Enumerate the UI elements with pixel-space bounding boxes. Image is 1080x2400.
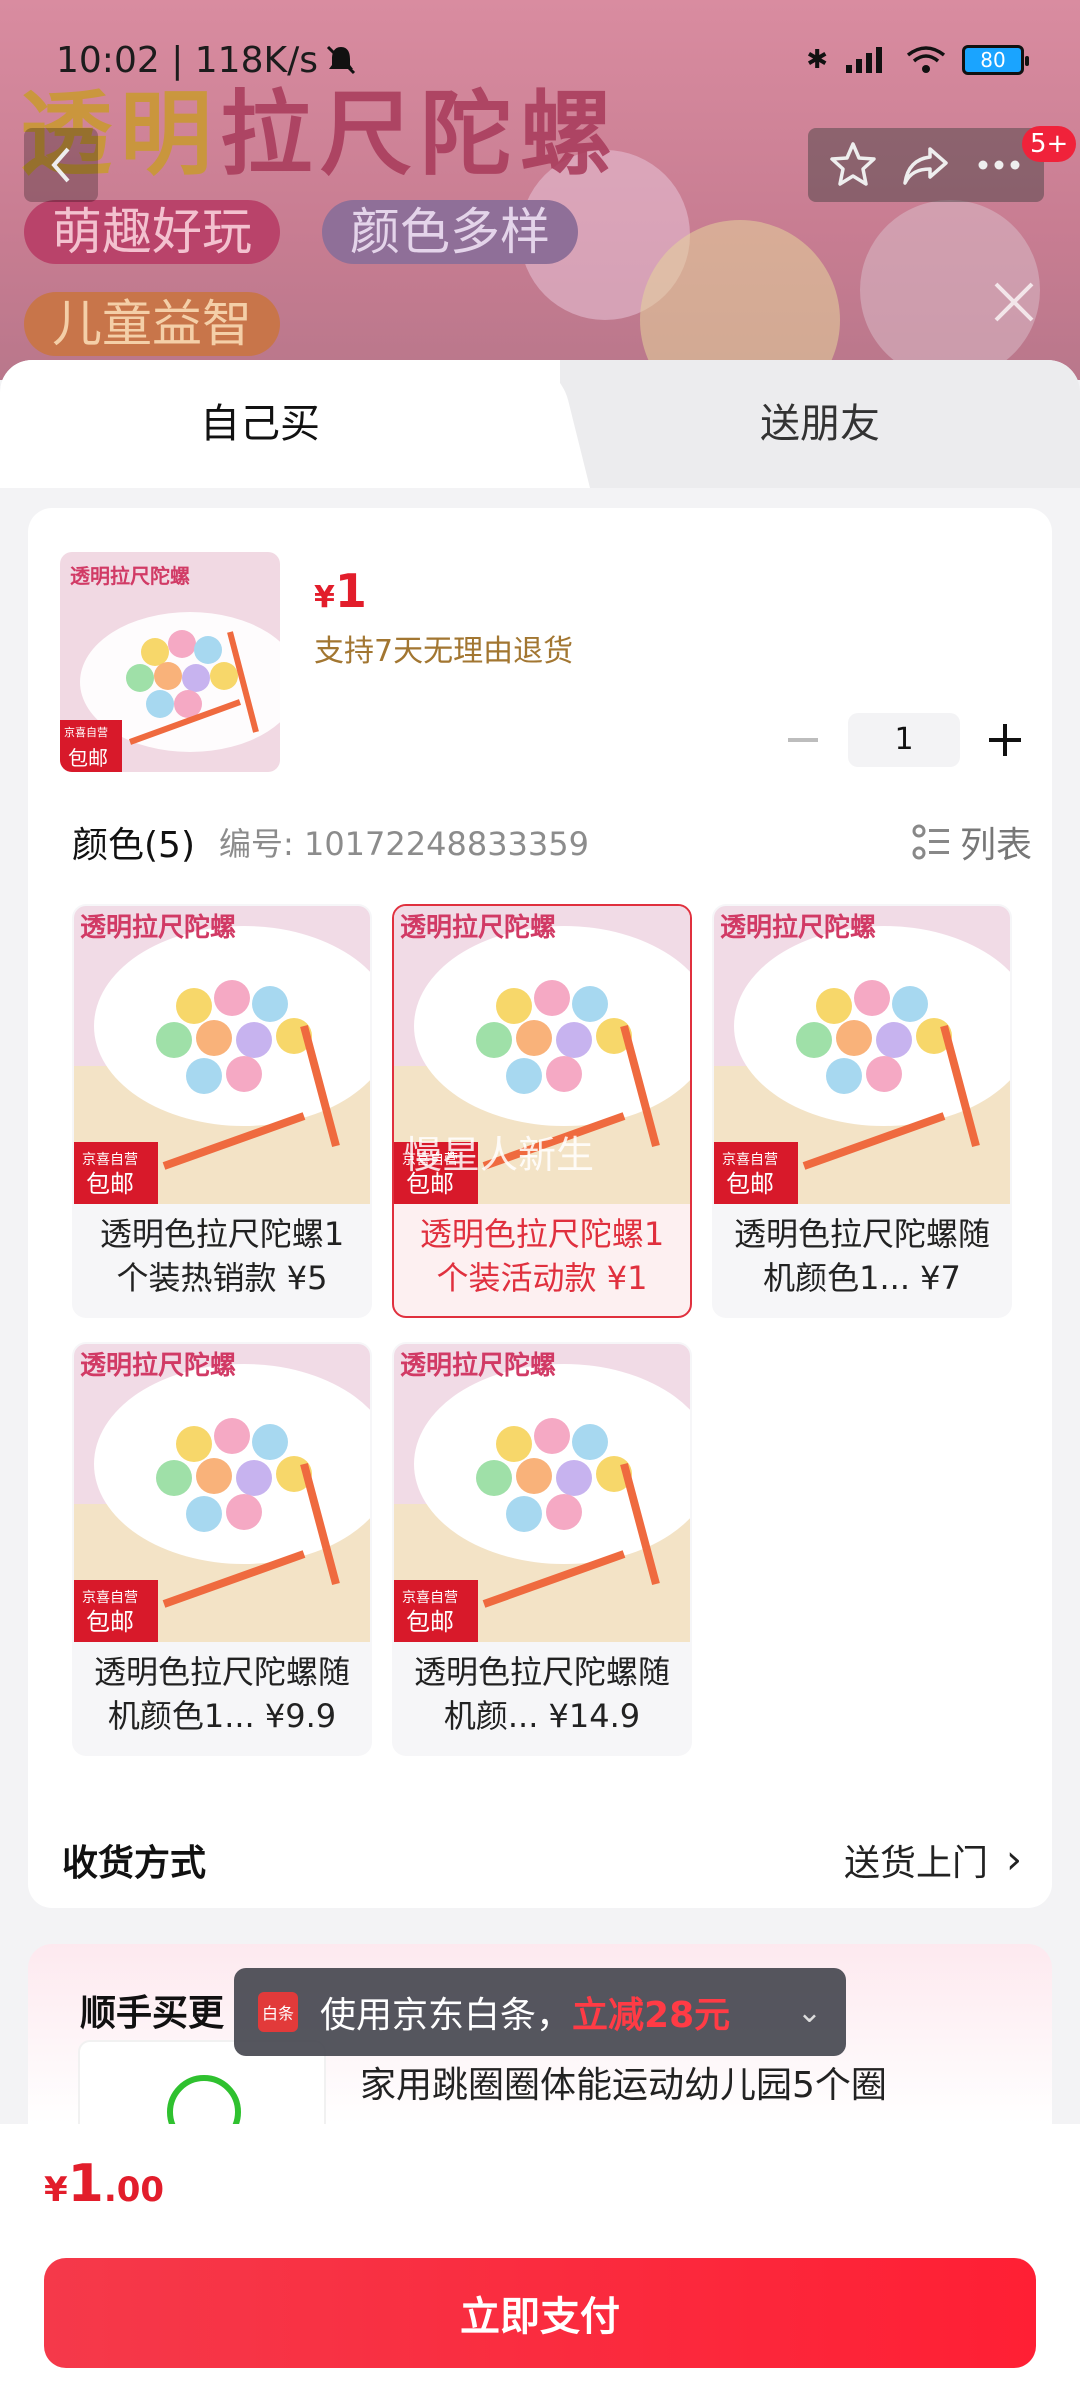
- svg-text:透明拉尺陀螺: 透明拉尺陀螺: [80, 1350, 236, 1381]
- list-icon: [912, 824, 949, 860]
- tab-buy-for-self[interactable]: 自己买: [0, 360, 520, 488]
- variant-option[interactable]: 透明拉尺陀螺 京喜自营包邮 透明色拉尺陀螺随机颜色1... ¥9.9: [72, 1342, 372, 1756]
- tab-send-to-friend[interactable]: 送朋友: [560, 360, 1080, 488]
- shipping-label: 收货方式: [62, 1843, 207, 1884]
- close-icon[interactable]: [988, 276, 1040, 328]
- svg-text:京喜自营: 京喜自营: [722, 1152, 778, 1168]
- svg-text:包邮: 包邮: [86, 1170, 134, 1198]
- thumb-title: 透明拉尺陀螺: [70, 564, 190, 588]
- svg-text:京喜自营: 京喜自营: [82, 1152, 138, 1168]
- purchase-sheet: 自己买 送朋友 透明拉尺陀螺 京喜自营 包邮 ¥1 支持7天无理由退货 1 颜色…: [0, 360, 1080, 2400]
- decrease-button[interactable]: [768, 712, 838, 768]
- variant-image: 透明拉尺陀螺 京喜自营包邮: [394, 1344, 690, 1642]
- variant-caption: 透明色拉尺陀螺随机颜色1... ¥9.9: [93, 1653, 350, 1735]
- add-on-name[interactable]: 家用跳圈圈体能运动幼儿园5个圈: [360, 2056, 887, 2108]
- thumb-badge-top: 京喜自营: [64, 726, 108, 739]
- list-toggle-label: 列表: [959, 825, 1032, 866]
- battery-icon: 80: [962, 45, 1029, 75]
- shipping-value: 送货上门: [843, 1843, 988, 1884]
- more-icon[interactable]: [973, 139, 1025, 191]
- battery-level: 80: [980, 48, 1006, 72]
- wifi-icon: [906, 46, 946, 73]
- toast-highlight: 立减28元: [572, 1995, 731, 2036]
- price-symbol: ¥: [314, 580, 335, 615]
- variant-option[interactable]: 透明拉尺陀螺 京喜自营包邮 透明色拉尺陀螺随机颜... ¥14.9: [392, 1342, 692, 1756]
- variant-caption: 透明色拉尺陀螺1个装热销款 ¥5: [99, 1215, 345, 1297]
- minus-icon: [788, 738, 818, 742]
- chevron-down-icon[interactable]: ⌄: [797, 1995, 822, 2030]
- status-bar: 10:02 | 118K/s ✱ 80: [0, 0, 1080, 120]
- pay-now-button[interactable]: 立即支付: [44, 2258, 1036, 2368]
- total-symbol: ¥: [44, 2170, 68, 2210]
- signal-icon: [846, 47, 882, 73]
- star-icon[interactable]: [827, 139, 879, 191]
- thumb-badge-bottom: 包邮: [68, 746, 108, 770]
- share-icon[interactable]: [900, 139, 952, 191]
- product-thumbnail: 透明拉尺陀螺 京喜自营 包邮: [60, 552, 280, 772]
- quantity-stepper: 1: [768, 712, 1040, 768]
- status-icons: ✱ 80: [806, 45, 1029, 75]
- svg-text:包邮: 包邮: [86, 1608, 134, 1636]
- banner-tag: 儿童益智: [24, 292, 280, 356]
- checkout-bar: ¥1.00 立即支付: [0, 2124, 1080, 2400]
- variant-caption: 透明色拉尺陀螺随机颜色1... ¥7: [733, 1215, 990, 1297]
- svg-text:透明拉尺陀螺: 透明拉尺陀螺: [80, 912, 236, 943]
- increase-button[interactable]: [970, 712, 1040, 768]
- plus-icon: [989, 724, 1021, 756]
- total-price: ¥1.00: [44, 2154, 164, 2214]
- toast-text: 使用京东白条，: [320, 1995, 573, 2036]
- back-button[interactable]: [24, 128, 98, 202]
- chevron-right-icon: ›: [1006, 1837, 1022, 1883]
- quantity-input[interactable]: 1: [848, 713, 960, 767]
- variant-option-selected[interactable]: 透明拉尺陀螺 京喜自营 包邮 慢星人新生 透明色拉尺陀螺1个装活动款 ¥1: [392, 904, 692, 1318]
- image-watermark: 慢星人新生: [404, 1133, 595, 1177]
- svg-text:包邮: 包邮: [726, 1170, 774, 1198]
- svg-text:透明拉尺陀螺: 透明拉尺陀螺: [400, 1350, 556, 1381]
- variant-caption: 透明色拉尺陀螺随机颜... ¥14.9: [413, 1653, 670, 1735]
- total-integer: 1: [67, 2154, 104, 2214]
- variant-option[interactable]: 透明拉尺陀螺 京喜自营包邮 透明色拉尺陀螺随机颜色1... ¥7: [712, 904, 1012, 1318]
- svg-text:透明拉尺陀螺: 透明拉尺陀螺: [400, 912, 556, 943]
- status-time: 10:02 | 118K/s: [56, 39, 318, 81]
- variant-image: 透明拉尺陀螺 京喜自营包邮: [714, 906, 1010, 1204]
- variant-image: 透明拉尺陀螺 京喜自营包邮: [74, 1344, 370, 1642]
- baitiao-icon: 白条: [258, 1992, 298, 2032]
- product-price: ¥1: [314, 564, 367, 618]
- baitiao-toast[interactable]: 白条 使用京东白条， 立减28元 ⌄: [234, 1968, 846, 2056]
- purchase-tabs: 自己买 送朋友: [0, 360, 1080, 488]
- color-title: 颜色(5): [72, 825, 195, 866]
- variant-image: 透明拉尺陀螺 京喜自营包邮: [74, 906, 370, 1204]
- svg-text:包邮: 包邮: [406, 1608, 454, 1636]
- svg-text:京喜自营: 京喜自营: [402, 1590, 458, 1606]
- banner-tag: 萌趣好玩: [24, 200, 280, 264]
- bell-off-icon: [326, 45, 356, 75]
- list-view-toggle[interactable]: 列表: [912, 816, 1032, 868]
- total-decimal: .00: [103, 2170, 165, 2210]
- price-value: 1: [334, 564, 367, 618]
- chevron-left-icon: [51, 147, 70, 183]
- product-card: 透明拉尺陀螺 京喜自营 包邮 ¥1 支持7天无理由退货 1 颜色(5) 编号: …: [28, 508, 1052, 1908]
- color-header: 颜色(5) 编号: 10172248833359 列表: [72, 816, 1032, 868]
- shipping-method-row[interactable]: 收货方式 送货上门 ›: [62, 1834, 1022, 1886]
- add-on-title: 顺手买更: [80, 1993, 225, 2034]
- notification-badge: 5+: [1022, 126, 1077, 162]
- sku-number: 编号: 10172248833359: [219, 825, 589, 863]
- svg-text:透明拉尺陀螺: 透明拉尺陀螺: [720, 912, 876, 943]
- top-actions: [808, 128, 1044, 202]
- return-policy: 支持7天无理由退货: [314, 634, 574, 669]
- variant-option[interactable]: 透明拉尺陀螺 京喜自营包邮 透明色拉尺陀螺1个装热销款 ¥5: [72, 904, 372, 1318]
- variant-caption: 透明色拉尺陀螺1个装活动款 ¥1: [419, 1215, 665, 1297]
- bluetooth-icon: ✱: [806, 45, 828, 75]
- svg-text:京喜自营: 京喜自营: [82, 1590, 138, 1606]
- banner-tag: 颜色多样: [322, 200, 578, 264]
